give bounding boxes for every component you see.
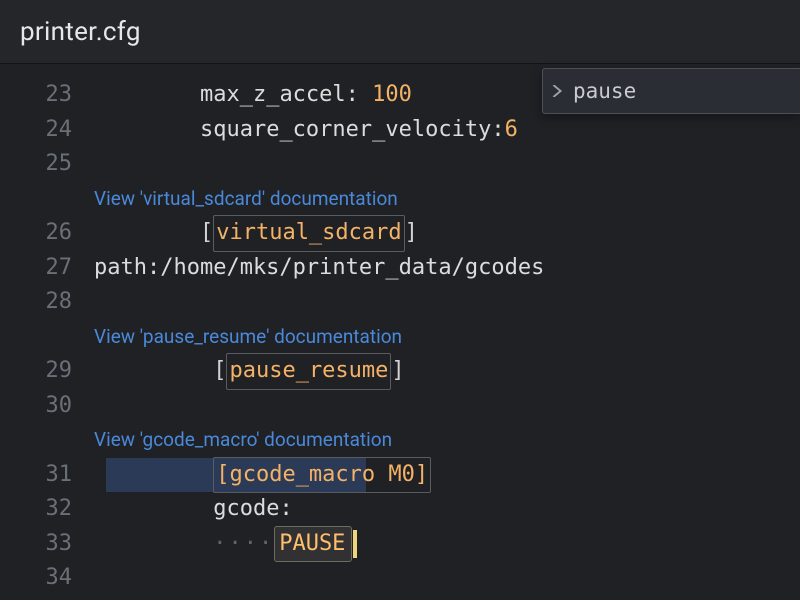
line-number: 33 — [0, 527, 94, 562]
line-number: 27 — [0, 251, 94, 286]
file-name: printer.cfg — [20, 17, 141, 47]
line-number: 32 — [0, 492, 94, 527]
indent-guides: ···· — [213, 531, 274, 556]
line-number: 30 — [0, 389, 94, 424]
code-line[interactable]: 26 [virtual_sdcard] — [0, 216, 800, 251]
line-number: 29 — [0, 354, 94, 389]
code-editor[interactable]: 23 max_z_accel: 100 24 square_corner_vel… — [0, 64, 800, 600]
line-number: 23 — [0, 78, 94, 113]
pause-token: PAUSE — [274, 526, 352, 563]
code-keyword: PAUSE — [279, 527, 345, 562]
code-line[interactable]: 33 ····PAUSE — [0, 527, 800, 562]
bracket-icon: [ — [200, 220, 213, 245]
bracket-icon: ] — [391, 358, 404, 383]
editor-viewport[interactable]: pause 23 max_z_accel: 100 24 square_corn… — [0, 64, 800, 600]
line-number: 28 — [0, 285, 94, 320]
code-number: 6 — [505, 117, 518, 142]
bracket-icon: [ — [213, 358, 226, 383]
code-line[interactable]: 27 path:/home/mks/printer_data/gcodes — [0, 251, 800, 286]
section-name: pause_resume — [226, 353, 391, 390]
code-line[interactable]: 24 square_corner_velocity:6 — [0, 113, 800, 148]
bracket-icon: ] — [405, 220, 418, 245]
line-number: 31 — [0, 458, 94, 493]
line-number: 25 — [0, 147, 94, 182]
code-line[interactable]: 28 — [0, 285, 800, 320]
section-name: virtual_sdcard — [213, 215, 404, 252]
code-text: path:/home/mks/printer_data/gcodes — [94, 251, 544, 286]
code-line[interactable]: 29 [pause_resume] — [0, 354, 800, 389]
line-number: 24 — [0, 113, 94, 148]
line-number: 26 — [0, 216, 94, 251]
code-text: square_corner_velocity: — [200, 117, 505, 142]
text-cursor — [353, 530, 357, 558]
line-number: 34 — [0, 561, 94, 596]
